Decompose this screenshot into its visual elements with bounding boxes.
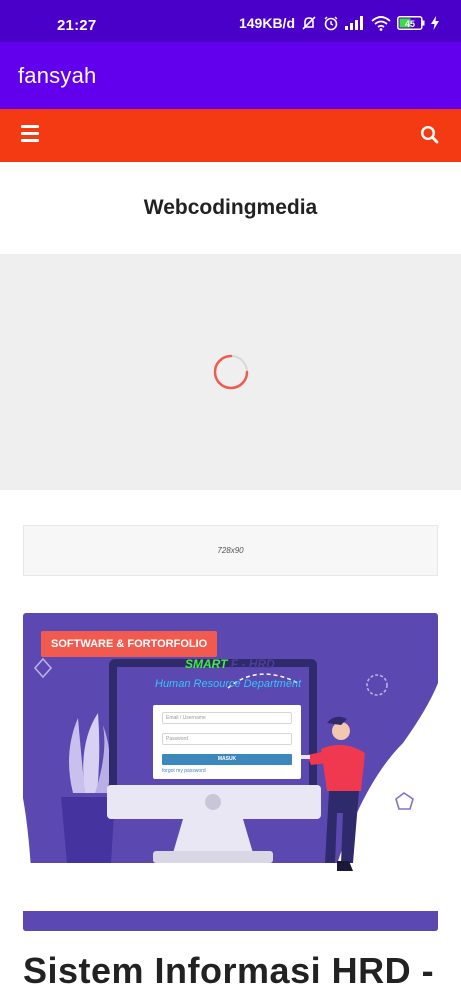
search-icon[interactable]	[419, 124, 441, 146]
alarm-icon	[324, 16, 338, 31]
app-title: fansyah	[18, 63, 97, 88]
login-button: MASUK	[162, 754, 292, 765]
login-card-illustration: Email / Username Password MASUK forgot m…	[153, 705, 301, 779]
charging-icon	[431, 16, 439, 30]
battery-level: 45	[405, 19, 415, 29]
login-email-field: Email / Username	[162, 712, 292, 724]
login-password-field: Password	[162, 733, 292, 745]
featured-image[interactable]: SOFTWARE & FORTORFOLIO SMART F - HRD Hum…	[23, 613, 438, 931]
status-bar: 21:27 149KB/d 45	[0, 0, 461, 42]
app-bar: fansyah	[0, 42, 461, 109]
site-brand-title[interactable]: Webcodingmedia	[144, 196, 317, 220]
status-time: 21:27	[57, 17, 97, 34]
post-title[interactable]: Sistem Informasi HRD -	[23, 950, 434, 992]
battery-icon: 45	[397, 16, 425, 30]
category-badge[interactable]: SOFTWARE & FORTORFOLIO	[41, 631, 218, 657]
feature-app-subtitle: Human Resource Department	[155, 678, 302, 690]
signal-icon	[345, 16, 363, 30]
loading-spinner-icon	[213, 354, 249, 390]
ad-slot[interactable]: 728x90	[23, 525, 438, 576]
feature-app-title: SMART F - HRD	[185, 657, 275, 671]
hamburger-menu-icon[interactable]	[21, 125, 43, 145]
site-nav	[0, 109, 461, 162]
status-icons: 149KB/d 45	[239, 15, 439, 31]
ad-label: 728x90	[217, 546, 244, 555]
network-speed: 149KB/d	[238, 15, 295, 31]
forgot-password-link: forgot my password	[162, 768, 206, 774]
wifi-icon	[371, 15, 391, 31]
mute-icon	[302, 16, 316, 30]
site-header: Webcodingmedia	[0, 162, 461, 254]
